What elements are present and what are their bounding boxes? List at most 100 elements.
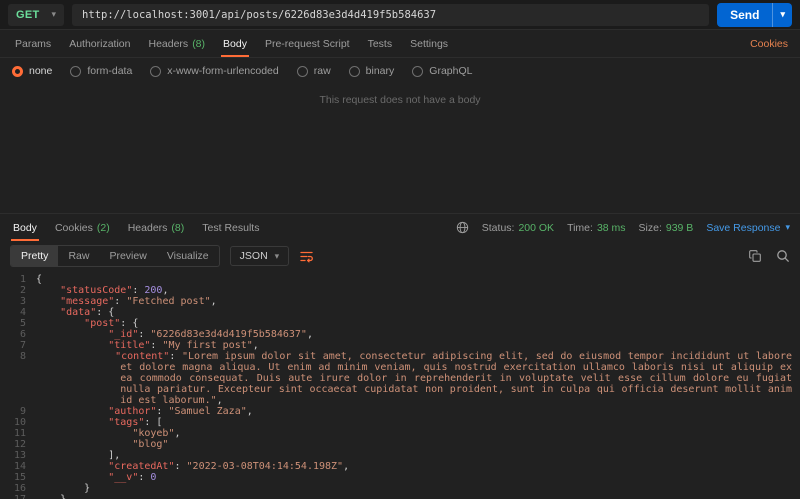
request-tab-pre-request-script[interactable]: Pre-request Script: [256, 30, 359, 57]
request-pane: GET ▾ http://localhost:3001/api/posts/62…: [0, 0, 800, 213]
body-type-label: binary: [365, 65, 395, 77]
save-response-button[interactable]: Save Response ▾: [706, 222, 790, 234]
code-line: 12 "blog": [0, 439, 792, 450]
chevron-down-icon: ▾: [274, 250, 280, 261]
line-content: "author": "Samuel Zaza",: [108, 406, 253, 417]
body-type-raw[interactable]: raw: [296, 65, 331, 77]
line-content: "message": "Fetched post",: [60, 296, 217, 307]
tab-count: (8): [192, 37, 206, 50]
time-badge: Time: 38 ms: [567, 222, 625, 234]
request-tab-params[interactable]: Params: [6, 30, 60, 57]
tab-label: Cookies: [54, 221, 93, 234]
code-line: 13 ],: [0, 450, 792, 461]
line-content: "tags": [: [108, 417, 163, 428]
globe-icon: [456, 221, 469, 234]
line-number: 8: [19, 351, 26, 362]
body-type-label: x-www-form-urlencoded: [167, 65, 279, 77]
response-toolbar: Pretty Raw Preview Visualize JSON ▾: [0, 241, 800, 271]
response-tab-body[interactable]: Body: [4, 214, 46, 241]
time-value: 38 ms: [596, 221, 626, 234]
response-tab-test-results[interactable]: Test Results: [193, 214, 268, 241]
format-label: JSON: [239, 250, 268, 262]
line-content: "blog": [132, 439, 169, 450]
body-type-label: none: [29, 65, 53, 77]
request-tabs-row: Params Authorization Headers (8) Body Pre-req…: [0, 30, 800, 58]
line-content: }: [36, 483, 91, 494]
body-type-binary[interactable]: binary: [348, 65, 395, 77]
send-button[interactable]: Send ▾: [717, 2, 792, 27]
tab-label: Headers: [127, 221, 168, 234]
body-type-label: form-data: [87, 65, 133, 77]
method-select[interactable]: GET ▾: [8, 3, 65, 26]
line-number: 5: [19, 318, 26, 329]
line-number: 2: [19, 285, 26, 296]
tab-label: Tests: [367, 37, 393, 50]
send-button-label[interactable]: Send: [717, 3, 772, 27]
line-number: 3: [19, 296, 26, 307]
request-url-bar: GET ▾ http://localhost:3001/api/posts/62…: [0, 0, 800, 30]
body-type-options: none form-data x-www-form-urlencoded raw bin…: [0, 58, 800, 84]
view-tab-visualize[interactable]: Visualize: [157, 246, 219, 266]
search-icon[interactable]: [776, 249, 790, 263]
response-meta: Status: 200 OK Time: 38 ms Size: 939 B S…: [456, 221, 790, 234]
body-type-label: GraphQL: [429, 65, 473, 77]
format-select[interactable]: JSON ▾: [229, 246, 290, 266]
line-number: 12: [13, 439, 26, 450]
request-tab-headers[interactable]: Headers (8): [139, 30, 214, 57]
request-tab-settings[interactable]: Settings: [401, 30, 457, 57]
size-value: 939 B: [665, 221, 694, 234]
url-input[interactable]: http://localhost:3001/api/posts/6226d83e…: [72, 3, 710, 26]
line-content: ],: [36, 450, 121, 461]
line-content: "post": {: [84, 318, 139, 329]
chevron-down-icon: ▾: [780, 9, 785, 19]
time-label: Time:: [567, 221, 593, 234]
chevron-down-icon: ▾: [51, 9, 57, 19]
body-type-x-www-form-urlencoded[interactable]: x-www-form-urlencoded: [150, 65, 279, 77]
code-line: 2 "statusCode": 200,: [0, 285, 792, 296]
tab-label: Params: [15, 37, 52, 50]
status-badge: Status: 200 OK: [482, 222, 554, 234]
body-type-form-data[interactable]: form-data: [70, 65, 132, 77]
request-tab-body[interactable]: Body: [214, 30, 256, 57]
body-type-label: raw: [313, 65, 331, 77]
url-text: http://localhost:3001/api/posts/6226d83e…: [82, 8, 437, 21]
line-content: "koyeb",: [132, 428, 181, 439]
radio-icon: [296, 65, 308, 77]
tab-label: Pre-request Script: [264, 37, 350, 50]
radio-icon: [348, 65, 360, 77]
body-type-graphql[interactable]: GraphQL: [412, 65, 472, 77]
view-tab-pretty[interactable]: Pretty: [11, 246, 59, 266]
body-type-none[interactable]: none: [12, 65, 52, 77]
api-client-app: GET ▾ http://localhost:3001/api/posts/62…: [0, 0, 800, 499]
tab-label: Authorization: [69, 37, 131, 50]
status-value: 200 OK: [518, 221, 555, 234]
tab-label: Headers: [148, 37, 189, 50]
line-content: "data": {: [60, 307, 115, 318]
response-tab-cookies[interactable]: Cookies (2): [46, 214, 119, 241]
line-number: 9: [19, 406, 26, 417]
line-content: {: [36, 274, 43, 285]
line-number: 15: [13, 472, 26, 483]
request-tabs: Params Authorization Headers (8) Body Pre-req…: [6, 30, 457, 57]
cookies-link[interactable]: Cookies: [744, 38, 794, 50]
radio-icon: [412, 65, 424, 77]
wrap-text-button[interactable]: [299, 249, 314, 264]
copy-icon[interactable]: [748, 249, 762, 263]
line-number: 4: [19, 307, 26, 318]
send-options-button[interactable]: ▾: [772, 2, 792, 27]
response-pane: Body Cookies (2) Headers (8) Test Results Sta…: [0, 213, 800, 499]
code-line: 16 }: [0, 483, 792, 494]
code-line: 7 "title": "My first post",: [0, 340, 792, 351]
empty-body-message: This request does not have a body: [319, 94, 481, 106]
tab-label: Body: [13, 221, 37, 234]
request-tab-tests[interactable]: Tests: [359, 30, 402, 57]
view-tab-raw[interactable]: Raw: [58, 246, 99, 266]
response-tab-headers[interactable]: Headers (8): [119, 214, 194, 241]
size-label: Size:: [638, 221, 662, 234]
code-line: 17 }: [0, 494, 792, 499]
response-header: Body Cookies (2) Headers (8) Test Results Sta…: [0, 214, 800, 241]
response-body-code: 1{2 "statusCode": 200, 3 "message": "Fetc…: [0, 271, 800, 499]
line-content: "createdAt": "2022-03-08T04:14:54.198Z",: [108, 461, 350, 472]
view-tab-preview[interactable]: Preview: [99, 246, 156, 266]
request-tab-authorization[interactable]: Authorization: [60, 30, 139, 57]
